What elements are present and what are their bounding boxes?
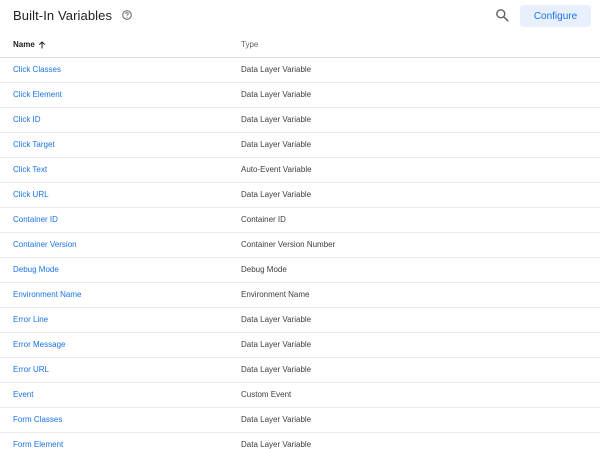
table-row[interactable]: Error URL Data Layer Variable — [0, 358, 600, 383]
variable-type: Data Layer Variable — [241, 315, 312, 324]
variable-name-link[interactable]: Click Target — [13, 140, 55, 149]
table-row[interactable]: Click Classes Data Layer Variable — [0, 58, 600, 83]
table-row[interactable]: Container ID Container ID — [0, 208, 600, 233]
variable-name-link[interactable]: Debug Mode — [13, 265, 59, 274]
variable-type: Environment Name — [241, 290, 310, 299]
table-row[interactable]: Click Element Data Layer Variable — [0, 83, 600, 108]
variable-type: Debug Mode — [241, 265, 287, 274]
table-header: Name Type — [0, 33, 600, 58]
variable-type: Data Layer Variable — [241, 190, 312, 199]
variable-name-link[interactable]: Container Version — [13, 240, 77, 249]
variable-type: Data Layer Variable — [241, 65, 312, 74]
variable-name-link[interactable]: Error Message — [13, 340, 65, 349]
variable-type: Container ID — [241, 215, 286, 224]
variable-name-link[interactable]: Event — [13, 390, 33, 399]
table-row[interactable]: Click Target Data Layer Variable — [0, 133, 600, 158]
table-row[interactable]: Click Text Auto-Event Variable — [0, 158, 600, 183]
table-row[interactable]: Environment Name Environment Name — [0, 283, 600, 308]
variable-name-link[interactable]: Error Line — [13, 315, 48, 324]
variable-type: Custom Event — [241, 390, 292, 399]
variable-type: Data Layer Variable — [241, 90, 312, 99]
variable-name-link[interactable]: Form Element — [13, 440, 63, 449]
variable-type: Auto-Event Variable — [241, 165, 312, 174]
variable-type: Data Layer Variable — [241, 340, 312, 349]
variable-name-link[interactable]: Click Classes — [13, 65, 61, 74]
variable-type: Data Layer Variable — [241, 365, 312, 374]
table-row[interactable]: Click ID Data Layer Variable — [0, 108, 600, 133]
variable-type: Container Version Number — [241, 240, 336, 249]
table-row[interactable]: Error Message Data Layer Variable — [0, 333, 600, 358]
variable-name-link[interactable]: Error URL — [13, 365, 49, 374]
variable-name-link[interactable]: Environment Name — [13, 290, 81, 299]
variable-type: Data Layer Variable — [241, 415, 312, 424]
variable-name-link[interactable]: Click ID — [13, 115, 41, 124]
variable-type: Data Layer Variable — [241, 440, 312, 449]
arrow-up-icon — [38, 40, 45, 48]
variables-table-body: Click Classes Data Layer Variable Click El… — [0, 58, 600, 449]
search-icon[interactable] — [495, 8, 509, 22]
page-title: Built-In Variables — [13, 8, 113, 23]
variable-type: Data Layer Variable — [241, 140, 312, 149]
column-header-name-label: Name — [13, 40, 35, 49]
variable-type: Data Layer Variable — [241, 115, 312, 124]
variable-name-link[interactable]: Click Text — [13, 165, 47, 174]
table-row[interactable]: Container Version Container Version Numbe… — [0, 233, 600, 258]
variable-name-link[interactable]: Click Element — [13, 90, 62, 99]
column-header-type: Type — [241, 40, 259, 49]
table-row[interactable]: Form Classes Data Layer Variable — [0, 408, 600, 433]
table-row[interactable]: Event Custom Event — [0, 383, 600, 408]
help-circle-icon[interactable] — [122, 10, 132, 20]
variable-name-link[interactable]: Container ID — [13, 215, 58, 224]
table-row[interactable]: Debug Mode Debug Mode — [0, 258, 600, 283]
configure-button[interactable]: Configure — [520, 5, 591, 27]
variable-name-link[interactable]: Click URL — [13, 190, 49, 199]
column-header-name[interactable]: Name — [13, 40, 46, 49]
variable-name-link[interactable]: Form Classes — [13, 415, 62, 424]
panel-header: Built-In Variables Configure — [0, 0, 600, 33]
table-row[interactable]: Form Element Data Layer Variable — [0, 433, 600, 449]
table-row[interactable]: Error Line Data Layer Variable — [0, 308, 600, 333]
built-in-variables-panel: Built-In Variables Configure Name Type C… — [0, 0, 600, 449]
table-row[interactable]: Click URL Data Layer Variable — [0, 183, 600, 208]
